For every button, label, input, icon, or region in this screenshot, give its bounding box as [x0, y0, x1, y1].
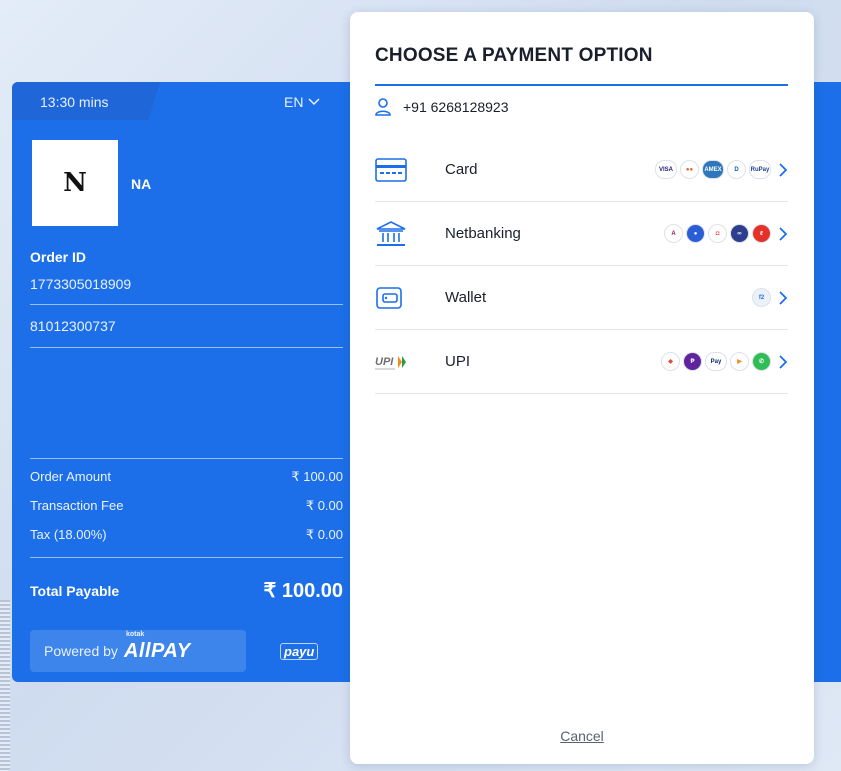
axis-logo-icon: A [664, 224, 683, 243]
amex-logo-icon: AMEX [702, 160, 724, 179]
payment-logos: ◆ ₱ Pay ▶ ✆ [661, 352, 771, 371]
transaction-fee-label: Transaction Fee [30, 498, 124, 513]
divider [30, 458, 343, 459]
google-pay-logo-icon: ◆ [661, 352, 680, 371]
freecharge-logo-icon: f2 [752, 288, 771, 307]
tax-label: Tax (18.00%) [30, 527, 107, 542]
wallet-icon [375, 283, 409, 313]
chevron-down-icon [308, 98, 320, 106]
phone-number: +91 6268128923 [403, 99, 509, 115]
payment-option-label: Netbanking [445, 225, 521, 242]
chevron-right-icon [779, 354, 788, 369]
payment-option-label: Card [445, 161, 478, 178]
cancel-link[interactable]: Cancel [350, 728, 814, 744]
transaction-fee-row: Transaction Fee ₹ 0.00 [30, 498, 343, 514]
visa-logo-icon: VISA [655, 160, 677, 179]
icici-logo-icon: ◘ [708, 224, 727, 243]
kotak-logo-icon: ∞ [730, 224, 749, 243]
payment-logos: VISA ●● AMEX D RuPay [655, 160, 771, 179]
merchant-logo-letter: N [63, 168, 87, 198]
transaction-fee-value: ₹ 0.00 [305, 498, 343, 513]
phonepe-logo-icon: ₱ [683, 352, 702, 371]
allpay-logo: kotak AllPAY [123, 631, 191, 663]
payment-option-netbanking[interactable]: Netbanking A ● ◘ ∞ ℓ [375, 202, 788, 266]
chevron-right-icon [779, 226, 788, 241]
sbi-logo-icon: ● [686, 224, 705, 243]
total-payable-label: Total Payable [30, 582, 120, 599]
mastercard-logo-icon: ●● [680, 160, 699, 179]
customer-phone: +91 6268128923 [375, 98, 509, 116]
allpay-logo-kotak: kotak [125, 630, 145, 638]
reference-value: 81012300737 [30, 318, 116, 334]
payment-options-card: CHOOSE A PAYMENT OPTION +91 6268128923 C… [350, 12, 814, 764]
background-panel-edge [810, 82, 841, 682]
allpay-logo-text: AllPAY [123, 639, 191, 662]
payment-logos: f2 [752, 288, 771, 307]
powered-by-label: Powered by [44, 643, 118, 659]
order-id-value: 1773305018909 [30, 276, 132, 292]
powered-by-badge: Powered by kotak AllPAY [30, 630, 246, 672]
bank-icon [375, 219, 409, 249]
background-stripes [0, 600, 10, 771]
payment-option-upi[interactable]: UPI UPI ◆ ₱ Pay ▶ ✆ [375, 330, 788, 394]
total-payable-row: Total Payable ₹ 100.00 [30, 578, 343, 603]
order-id-label: Order ID [30, 249, 87, 265]
payment-option-label: UPI [445, 353, 471, 370]
tax-row: Tax (18.00%) ₹ 0.00 [30, 527, 343, 543]
order-amount-value: ₹ 100.00 [291, 469, 343, 484]
tax-value: ₹ 0.00 [305, 527, 343, 542]
merchant-logo: N [32, 140, 118, 226]
user-icon [375, 98, 391, 116]
order-summary-panel: 13:30 mins EN N NA Order ID 177330501890… [12, 82, 350, 682]
divider [30, 557, 343, 558]
payment-option-wallet[interactable]: Wallet f2 [375, 266, 788, 330]
rupay-logo-icon: RuPay [749, 160, 771, 179]
payment-option-card[interactable]: Card VISA ●● AMEX D RuPay [375, 138, 788, 202]
chevron-right-icon [779, 162, 788, 177]
order-amount-label: Order Amount [30, 469, 111, 484]
page-title: CHOOSE A PAYMENT OPTION [375, 45, 653, 66]
language-selector[interactable]: EN [284, 94, 320, 110]
whatsapp-logo-icon: ✆ [752, 352, 771, 371]
hdfc-logo-icon: ℓ [752, 224, 771, 243]
total-payable-value: ₹ 100.00 [263, 580, 343, 602]
payment-logos: A ● ◘ ∞ ℓ [664, 224, 771, 243]
card-icon [375, 155, 409, 185]
upi-icon: UPI [375, 347, 409, 377]
order-amount-row: Order Amount ₹ 100.00 [30, 469, 343, 485]
bhim-logo-icon: ▶ [730, 352, 749, 371]
merchant-name: NA [131, 176, 152, 192]
diners-logo-icon: D [727, 160, 746, 179]
session-timer: 13:30 mins [12, 82, 160, 120]
title-underline [375, 84, 788, 86]
language-label: EN [284, 94, 304, 110]
divider [30, 304, 343, 305]
paytm-logo-icon: Pay [705, 352, 727, 371]
chevron-right-icon [779, 290, 788, 305]
payu-logo: payu [280, 643, 319, 660]
svg-text:UPI: UPI [375, 356, 394, 368]
payment-option-label: Wallet [445, 289, 487, 306]
divider [30, 347, 343, 348]
